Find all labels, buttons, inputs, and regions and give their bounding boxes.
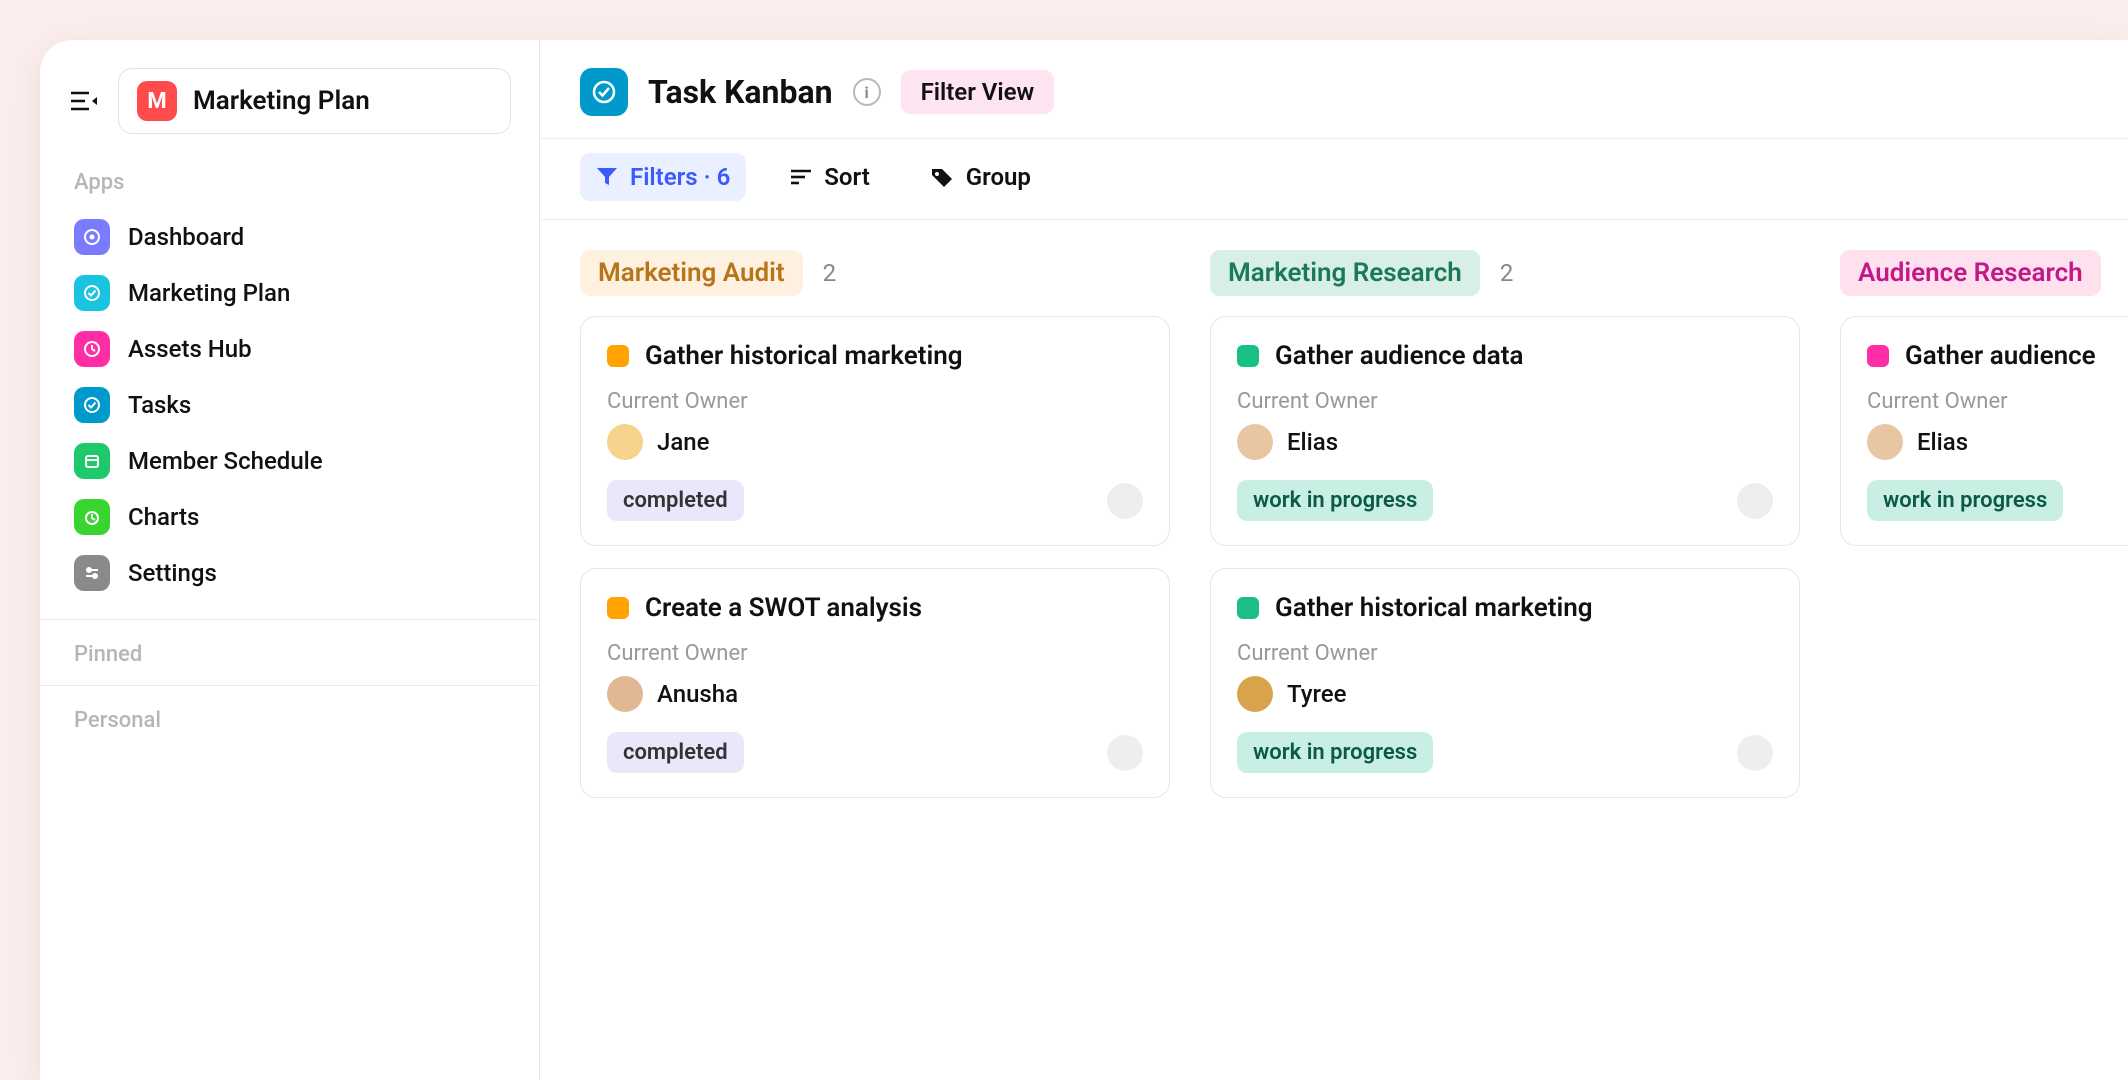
dashboard-icon	[74, 219, 110, 255]
group-button[interactable]: Group	[914, 153, 1047, 201]
status-badge: work in progress	[1237, 480, 1433, 521]
workspace-title: Marketing Plan	[193, 86, 370, 116]
owner-name: Elias	[1287, 428, 1338, 456]
sidebar-item-label: Tasks	[128, 391, 191, 419]
owner-label: Current Owner	[607, 389, 1143, 414]
kanban-card[interactable]: Gather audience data Current Owner Elias wo…	[1210, 316, 1800, 546]
filters-label: Filters · 6	[630, 163, 730, 191]
sidebar-item-member-schedule[interactable]: Member Schedule	[68, 433, 511, 489]
sidebar-item-label: Assets Hub	[128, 335, 252, 363]
avatar	[607, 424, 643, 460]
timer-icon	[74, 499, 110, 535]
card-status-dot	[607, 345, 629, 367]
avatar	[1237, 676, 1273, 712]
clock-icon	[74, 331, 110, 367]
sidebar-item-charts[interactable]: Charts	[68, 489, 511, 545]
column-title[interactable]: Marketing Research	[1210, 250, 1480, 296]
sort-icon	[790, 168, 812, 186]
sidebar-collapse-icon[interactable]	[68, 85, 100, 117]
assignee-avatar[interactable]	[1107, 735, 1143, 771]
sidebar-item-label: Settings	[128, 559, 217, 587]
column-title[interactable]: Audience Research	[1840, 250, 2101, 296]
avatar	[607, 676, 643, 712]
card-title: Gather historical marketing	[645, 341, 963, 371]
sidebar-item-tasks[interactable]: Tasks	[68, 377, 511, 433]
owner-label: Current Owner	[607, 641, 1143, 666]
main: Task Kanban i Filter View Filters · 6 So…	[540, 40, 2128, 1080]
toolbar: Filters · 6 Sort Group	[540, 138, 2128, 220]
kanban-column: Audience Research Gather audience Current …	[1840, 250, 2128, 820]
sidebar-item-settings[interactable]: Settings	[68, 545, 511, 601]
kanban-card[interactable]: Gather historical marketing Current Owner…	[580, 316, 1170, 546]
avatar	[1867, 424, 1903, 460]
sort-label: Sort	[824, 163, 870, 191]
app-window: M Marketing Plan Apps Dashboard Marketin…	[40, 40, 2128, 1080]
owner-label: Current Owner	[1237, 389, 1773, 414]
sort-button[interactable]: Sort	[774, 153, 886, 201]
sidebar-item-dashboard[interactable]: Dashboard	[68, 209, 511, 265]
sidebar-item-marketing-plan[interactable]: Marketing Plan	[68, 265, 511, 321]
check-circle-icon	[74, 387, 110, 423]
status-badge: completed	[607, 480, 744, 521]
status-badge: work in progress	[1237, 732, 1433, 773]
card-status-dot	[607, 597, 629, 619]
filter-view-badge[interactable]: Filter View	[901, 70, 1055, 114]
owner-name: Elias	[1917, 428, 1968, 456]
kanban-card[interactable]: Gather audience Current Owner Elias work in…	[1840, 316, 2128, 546]
sidebar-section-personal: Personal	[74, 708, 511, 733]
card-title: Create a SWOT analysis	[645, 593, 922, 623]
avatar	[1237, 424, 1273, 460]
kanban-card[interactable]: Create a SWOT analysis Current Owner Anush…	[580, 568, 1170, 798]
sidebar-item-label: Dashboard	[128, 223, 244, 251]
column-count: 2	[1500, 259, 1514, 287]
kanban-icon	[580, 68, 628, 116]
sidebar-item-label: Marketing Plan	[128, 279, 290, 307]
owner-label: Current Owner	[1867, 389, 2128, 414]
sidebar-item-label: Charts	[128, 503, 199, 531]
card-status-dot	[1237, 345, 1259, 367]
kanban-board: Marketing Audit 2 Gather historical market…	[540, 220, 2128, 850]
owner-name: Jane	[657, 428, 710, 456]
owner-name: Tyree	[1287, 680, 1346, 708]
info-icon[interactable]: i	[853, 78, 881, 106]
card-status-dot	[1867, 345, 1889, 367]
status-badge: completed	[607, 732, 744, 773]
tag-icon	[930, 167, 954, 187]
sliders-icon	[74, 555, 110, 591]
divider	[40, 619, 539, 620]
assignee-avatar[interactable]	[1737, 735, 1773, 771]
filters-button[interactable]: Filters · 6	[580, 153, 746, 201]
page-title: Task Kanban	[648, 73, 833, 111]
owner-name: Anusha	[657, 680, 738, 708]
check-circle-icon	[74, 275, 110, 311]
group-label: Group	[966, 163, 1031, 191]
header: Task Kanban i Filter View	[540, 40, 2128, 138]
workspace-icon: M	[137, 81, 177, 121]
status-badge: work in progress	[1867, 480, 2063, 521]
kanban-card[interactable]: Gather historical marketing Current Owner…	[1210, 568, 1800, 798]
sidebar-item-assets-hub[interactable]: Assets Hub	[68, 321, 511, 377]
sidebar-item-label: Member Schedule	[128, 447, 323, 475]
kanban-column: Marketing Research 2 Gather audience data C…	[1210, 250, 1800, 820]
card-title: Gather audience data	[1275, 341, 1523, 371]
kanban-column: Marketing Audit 2 Gather historical market…	[580, 250, 1170, 820]
workspace-selector[interactable]: M Marketing Plan	[118, 68, 511, 134]
column-count: 2	[823, 259, 837, 287]
assignee-avatar[interactable]	[1107, 483, 1143, 519]
funnel-icon	[596, 167, 618, 187]
calendar-icon	[74, 443, 110, 479]
card-title: Gather historical marketing	[1275, 593, 1593, 623]
sidebar: M Marketing Plan Apps Dashboard Marketin…	[40, 40, 540, 1080]
divider	[40, 685, 539, 686]
card-status-dot	[1237, 597, 1259, 619]
card-title: Gather audience	[1905, 341, 2096, 371]
sidebar-section-pinned: Pinned	[74, 642, 511, 667]
owner-label: Current Owner	[1237, 641, 1773, 666]
sidebar-section-apps: Apps	[74, 170, 511, 195]
assignee-avatar[interactable]	[1737, 483, 1773, 519]
column-title[interactable]: Marketing Audit	[580, 250, 803, 296]
